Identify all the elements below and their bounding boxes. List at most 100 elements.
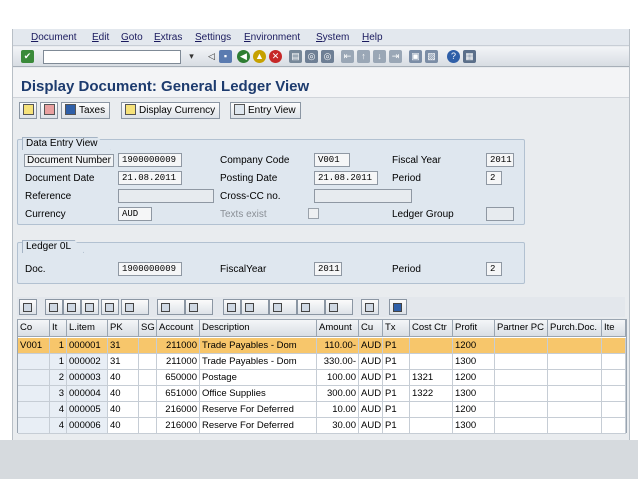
- filter-button[interactable]: [121, 299, 149, 315]
- cell-account[interactable]: 651000: [157, 386, 200, 402]
- column-header-tax-code[interactable]: Tx: [383, 320, 410, 337]
- cell-po-item[interactable]: [602, 338, 626, 354]
- company-code-field[interactable]: V001: [314, 153, 350, 167]
- cell-cost-center[interactable]: [410, 338, 453, 354]
- cell-tax-code[interactable]: P1: [383, 402, 410, 418]
- cell-amount[interactable]: 330.00-: [317, 354, 359, 370]
- cell-posting-key[interactable]: 40: [108, 386, 139, 402]
- cell-posting-key[interactable]: 40: [108, 370, 139, 386]
- cell-special-gl[interactable]: [139, 338, 157, 354]
- layout-menu-icon[interactable]: ▦: [463, 50, 476, 63]
- reference-field[interactable]: [118, 189, 214, 203]
- other-document-button[interactable]: [40, 102, 58, 119]
- total-button[interactable]: [157, 299, 185, 315]
- texts-exist-checkbox[interactable]: [308, 208, 319, 219]
- menu-edit[interactable]: Edit: [92, 32, 109, 43]
- export-button[interactable]: [241, 299, 269, 315]
- column-header-purchasing-doc[interactable]: Purch.Doc.: [548, 320, 602, 337]
- ledger-doc-field[interactable]: 1900000009: [118, 262, 182, 276]
- cell-tax-code[interactable]: P1: [383, 418, 410, 434]
- column-header-account[interactable]: Account: [157, 320, 200, 337]
- cell-po-item[interactable]: [602, 370, 626, 386]
- cell-posting-key[interactable]: 40: [108, 402, 139, 418]
- find-next-button[interactable]: [101, 299, 119, 315]
- cell-special-gl[interactable]: [139, 354, 157, 370]
- cell-profit-center[interactable]: 1200: [453, 338, 495, 354]
- enter-icon[interactable]: ✔: [21, 50, 34, 63]
- exit-icon[interactable]: ▲: [253, 50, 266, 63]
- cell-special-gl[interactable]: [139, 386, 157, 402]
- back-arrow-icon[interactable]: ◁: [205, 50, 218, 63]
- column-header-cost-center[interactable]: Cost Ctr: [410, 320, 453, 337]
- column-header-profit-center[interactable]: Profit: [453, 320, 495, 337]
- menu-environment[interactable]: Environment: [244, 32, 300, 43]
- cell-line-item[interactable]: 000006: [67, 418, 108, 434]
- cell-partner-pc[interactable]: [495, 338, 548, 354]
- previous-page-icon[interactable]: ↑: [357, 50, 370, 63]
- cell-posting-key[interactable]: 31: [108, 354, 139, 370]
- print-icon[interactable]: ▤: [289, 50, 302, 63]
- print-preview-button[interactable]: [223, 299, 241, 315]
- cell-item[interactable]: 3: [50, 386, 67, 402]
- sort-descending-button[interactable]: [63, 299, 81, 315]
- command-history-icon[interactable]: ▾: [185, 50, 198, 63]
- cell-line-item[interactable]: 000002: [67, 354, 108, 370]
- cell-company-code[interactable]: [18, 354, 50, 370]
- cell-currency[interactable]: AUD: [359, 354, 383, 370]
- cell-line-item[interactable]: 000003: [67, 370, 108, 386]
- cell-currency[interactable]: AUD: [359, 386, 383, 402]
- ledger-period-field[interactable]: 2: [486, 262, 502, 276]
- cell-partner-pc[interactable]: [495, 370, 548, 386]
- next-page-icon[interactable]: ↓: [373, 50, 386, 63]
- menu-extras[interactable]: Extras: [154, 32, 182, 43]
- menu-document[interactable]: Document: [31, 32, 77, 43]
- menu-goto[interactable]: Goto: [121, 32, 143, 43]
- find-icon[interactable]: ◎: [305, 50, 318, 63]
- cell-cost-center[interactable]: [410, 402, 453, 418]
- cell-amount[interactable]: 30.00: [317, 418, 359, 434]
- cell-tax-code[interactable]: P1: [383, 370, 410, 386]
- cell-purchasing-doc[interactable]: [548, 402, 602, 418]
- ledger-group-field[interactable]: [486, 207, 514, 221]
- cell-account[interactable]: 216000: [157, 418, 200, 434]
- document-date-field[interactable]: 21.08.2011: [118, 171, 182, 185]
- column-header-amount[interactable]: Amount: [317, 320, 359, 337]
- cell-description[interactable]: Reserve For Deferred: [200, 402, 317, 418]
- cell-item[interactable]: 1: [50, 338, 67, 354]
- cell-partner-pc[interactable]: [495, 354, 548, 370]
- cell-tax-code[interactable]: P1: [383, 354, 410, 370]
- cell-purchasing-doc[interactable]: [548, 338, 602, 354]
- cell-special-gl[interactable]: [139, 418, 157, 434]
- cell-amount[interactable]: 100.00: [317, 370, 359, 386]
- cell-line-item[interactable]: 000004: [67, 386, 108, 402]
- cell-purchasing-doc[interactable]: [548, 370, 602, 386]
- cell-cost-center[interactable]: [410, 418, 453, 434]
- column-header-partner-pc[interactable]: Partner PC: [495, 320, 548, 337]
- cell-company-code[interactable]: [18, 402, 50, 418]
- cross-cc-field[interactable]: [314, 189, 412, 203]
- last-page-icon[interactable]: ⇥: [389, 50, 402, 63]
- layout-button[interactable]: [269, 299, 297, 315]
- cell-tax-code[interactable]: P1: [383, 338, 410, 354]
- cell-posting-key[interactable]: 40: [108, 418, 139, 434]
- document-overview-button[interactable]: [19, 102, 37, 119]
- cell-amount[interactable]: 110.00-: [317, 338, 359, 354]
- cell-description[interactable]: Office Supplies: [200, 386, 317, 402]
- cell-amount[interactable]: 300.00: [317, 386, 359, 402]
- cell-po-item[interactable]: [602, 402, 626, 418]
- cell-account[interactable]: 211000: [157, 338, 200, 354]
- new-session-icon[interactable]: ▣: [409, 50, 422, 63]
- cell-po-item[interactable]: [602, 418, 626, 434]
- cell-amount[interactable]: 10.00: [317, 402, 359, 418]
- find-button[interactable]: [81, 299, 99, 315]
- posting-date-field[interactable]: 21.08.2011: [314, 171, 378, 185]
- cell-currency[interactable]: AUD: [359, 338, 383, 354]
- cell-company-code[interactable]: [18, 370, 50, 386]
- cell-description[interactable]: Postage: [200, 370, 317, 386]
- graphic-button[interactable]: [361, 299, 379, 315]
- cell-item[interactable]: 4: [50, 418, 67, 434]
- cell-description[interactable]: Trade Payables - Dom: [200, 338, 317, 354]
- cell-profit-center[interactable]: 1200: [453, 370, 495, 386]
- cell-description[interactable]: Trade Payables - Dom: [200, 354, 317, 370]
- fiscal-year-field[interactable]: 2011: [486, 153, 514, 167]
